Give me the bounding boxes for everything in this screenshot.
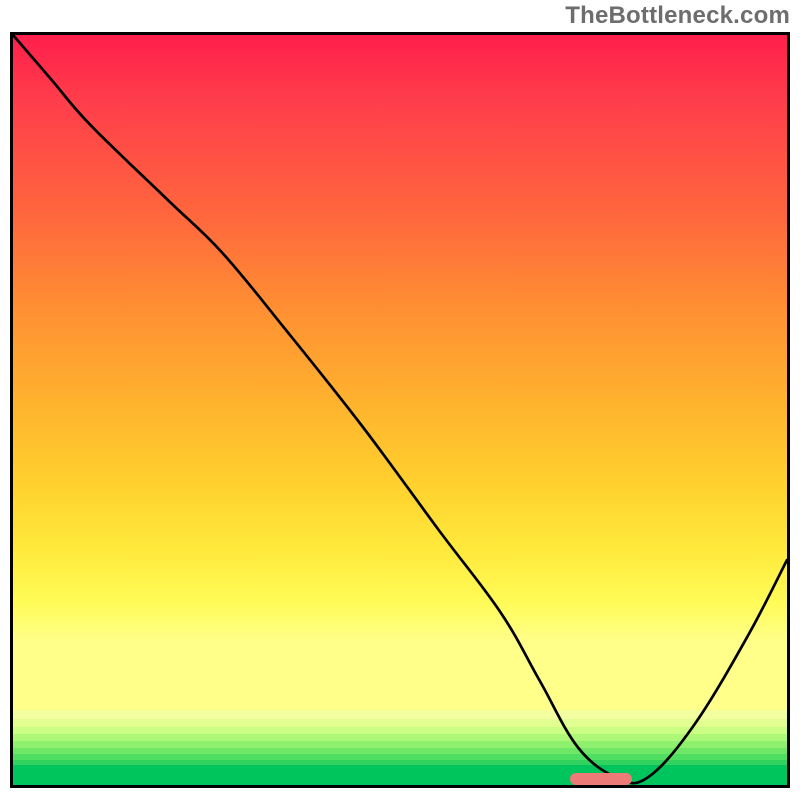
bottleneck-curve: [13, 35, 787, 785]
chart-area: [10, 32, 790, 788]
optimal-marker: [570, 773, 632, 785]
watermark-text: TheBottleneck.com: [565, 2, 790, 30]
